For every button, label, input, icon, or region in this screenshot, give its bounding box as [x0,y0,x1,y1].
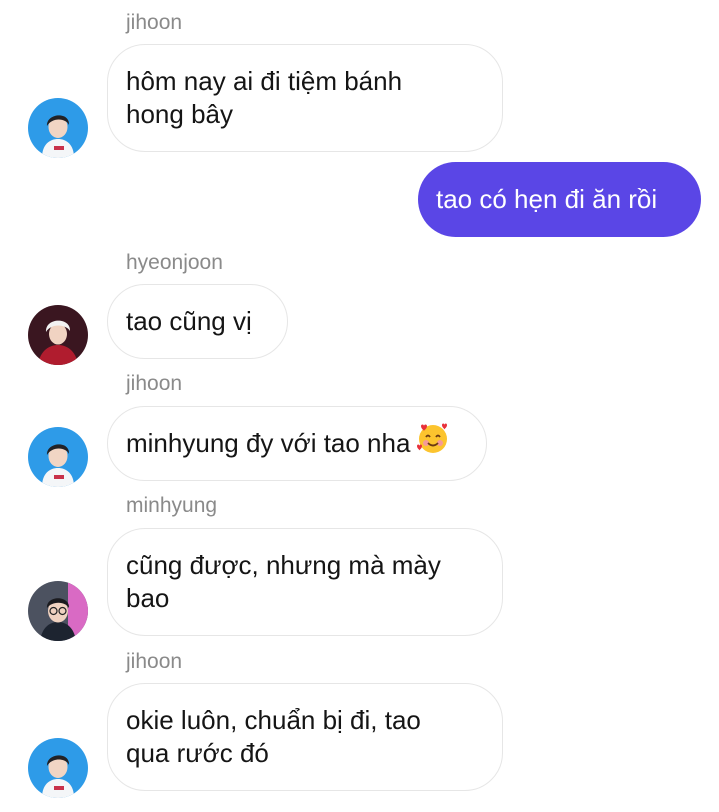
message-text: minhyung đy với tao nha [126,428,411,458]
chat-thread: jihoon hôm nay ai đi tiệm bánh hong bây … [0,0,719,812]
message-text: cũng được, nhưng mà mày bao [126,550,441,613]
jihoon-avatar[interactable] [28,738,88,798]
minhyung-avatar[interactable] [28,581,88,641]
message-bubble[interactable]: tao cũng vị [107,284,288,359]
sender-name: jihoon [126,372,183,395]
jihoon-avatar[interactable] [28,427,88,487]
message-bubble[interactable]: minhyung đy với tao nha [107,406,487,481]
sender-name: hyeonjoon [126,251,223,274]
sender-name: jihoon [126,11,183,34]
sender-name: minhyung [126,494,218,517]
message-bubble[interactable]: okie luôn, chuẩn bị đi, tao qua rước đó [107,683,503,791]
message-text: tao cũng vị [126,306,252,336]
message-text: okie luôn, chuẩn bị đi, tao qua rước đó [126,705,421,768]
jihoon-avatar[interactable] [28,98,88,158]
message-bubble[interactable]: cũng được, nhưng mà mày bao [107,528,503,636]
message-bubble[interactable]: hôm nay ai đi tiệm bánh hong bây [107,44,503,152]
hyeonjoon-avatar[interactable] [28,305,88,365]
message-text: tao có hẹn đi ăn rồi [436,184,658,214]
message-text: hôm nay ai đi tiệm bánh hong bây [126,66,403,129]
sender-name: jihoon [126,650,183,673]
smiling-face-with-hearts-icon [416,421,450,463]
outgoing-message-bubble[interactable]: tao có hẹn đi ăn rồi [418,162,701,237]
